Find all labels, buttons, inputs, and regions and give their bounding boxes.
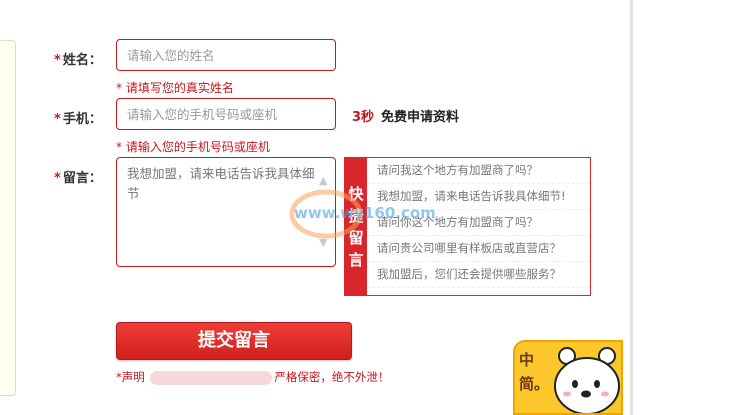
message-textarea[interactable]: 我想加盟，请来电话告诉我具体细节 — [116, 157, 336, 267]
promo-seconds: 3秒 — [352, 110, 375, 125]
quick-tab-char: 快 — [348, 184, 364, 203]
right-divider — [630, 0, 633, 415]
phone-hint: * 请输入您的手机号码或座机 — [116, 140, 270, 154]
quick-message-item[interactable]: 我想加盟，请来电话告诉我具体细节! — [367, 184, 590, 210]
mascot-text: 中简。 — [519, 351, 550, 393]
quick-tab-char: 留 — [348, 228, 364, 247]
quick-message-panel: 快 捷 留 言 请问我这个地方有加盟商了吗？ 我想加盟，请来电话告诉我具体细节!… — [344, 157, 591, 296]
required-mark: * — [54, 112, 61, 127]
submit-button[interactable]: 提交留言 — [116, 322, 352, 360]
declaration: *声明 严格保密，绝不外泄！ — [116, 370, 390, 385]
quick-message-tab: 快 捷 留 言 — [345, 158, 367, 295]
phone-label: * 手机： — [54, 112, 102, 127]
chevron-up-icon[interactable]: ▲ — [319, 174, 327, 187]
bear-icon — [554, 347, 620, 413]
name-hint: * 请填写您的真实姓名 — [116, 81, 234, 95]
required-mark: * — [54, 53, 61, 68]
quick-message-item[interactable]: 我加盟后，您们还会提供哪些服务？ — [367, 262, 590, 288]
quick-message-item[interactable]: 请问贵公司哪里有样板店或直营店？ — [367, 236, 590, 262]
mascot-badge[interactable]: 中简。 — [513, 340, 623, 415]
quick-tab-char: 捷 — [348, 206, 364, 225]
phone-input[interactable] — [116, 98, 336, 130]
blurred-text — [150, 370, 273, 385]
left-side-panel — [0, 40, 16, 396]
message-label: * 留言： — [54, 171, 102, 186]
chevron-down-icon[interactable]: ▼ — [319, 236, 327, 249]
name-input[interactable] — [116, 39, 336, 71]
required-mark: * — [54, 171, 61, 186]
quick-message-item[interactable]: 请问你这个地方有加盟商了吗？ — [367, 210, 590, 236]
name-label: * 姓名： — [54, 53, 102, 68]
quick-message-list: 请问我这个地方有加盟商了吗？ 我想加盟，请来电话告诉我具体细节! 请问你这个地方… — [367, 158, 590, 288]
quick-message-item[interactable]: 请问我这个地方有加盟商了吗？ — [367, 158, 590, 184]
promo-text: 3秒 免费申请资料 — [352, 110, 460, 125]
quick-tab-char: 言 — [348, 250, 364, 269]
